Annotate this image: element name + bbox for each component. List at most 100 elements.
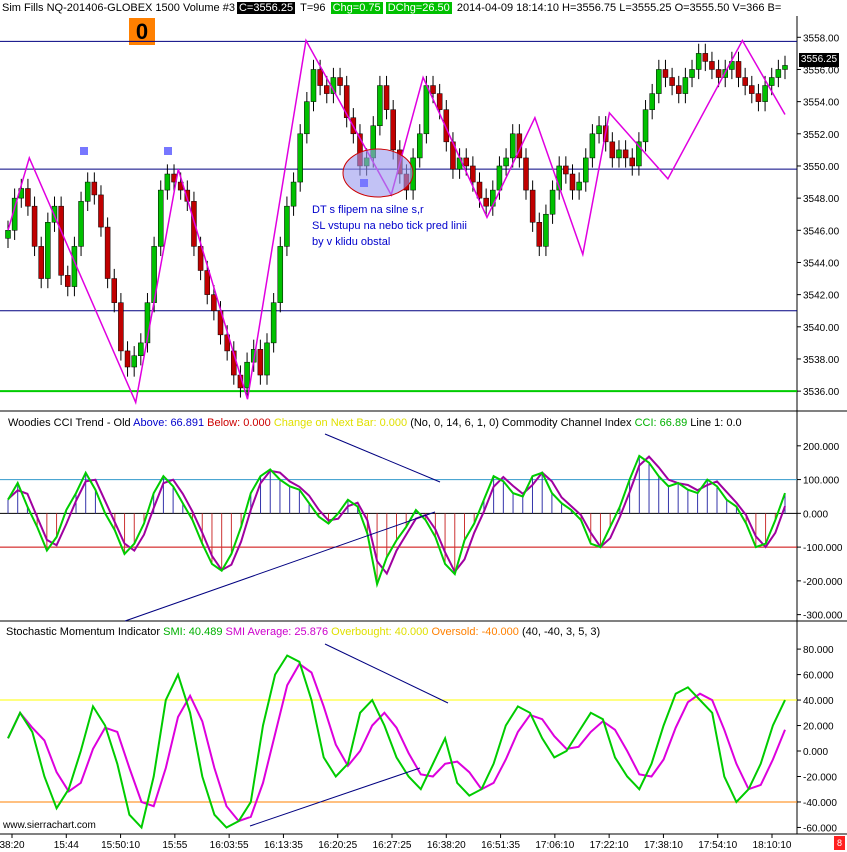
candle-body bbox=[91, 181, 98, 196]
smi-tick-label: 0.000 bbox=[803, 747, 828, 758]
candle-body bbox=[543, 213, 549, 247]
candle-body bbox=[470, 165, 476, 183]
candle-body bbox=[390, 109, 396, 151]
candle-body bbox=[563, 165, 569, 175]
candle-body bbox=[290, 181, 297, 207]
cci-tick-label: -300.000 bbox=[803, 611, 843, 622]
candle-body bbox=[383, 85, 390, 110]
candle-body bbox=[430, 85, 436, 94]
smi-tick-label: -20.000 bbox=[803, 772, 837, 783]
cci-divergence-line bbox=[324, 433, 441, 483]
candle-body bbox=[735, 61, 742, 78]
candle-body bbox=[629, 157, 636, 167]
candle-body bbox=[310, 69, 317, 102]
price-tick-label: 3536.00 bbox=[803, 387, 840, 398]
candle-body bbox=[609, 141, 616, 159]
candle-body bbox=[211, 294, 217, 311]
candle-body bbox=[111, 278, 118, 303]
candle-body bbox=[257, 349, 264, 376]
cci-indicator-name: Commodity Channel Index bbox=[501, 417, 632, 429]
trade-ellipse bbox=[342, 148, 414, 198]
candle-body bbox=[483, 197, 489, 207]
candle-body bbox=[742, 77, 748, 86]
price-tick-label: 3558.00 bbox=[803, 33, 840, 44]
candle-body bbox=[503, 157, 509, 167]
candle-body bbox=[284, 205, 290, 247]
candle-body bbox=[297, 133, 303, 183]
smi-tick-label: 60.000 bbox=[803, 671, 834, 682]
candle-body bbox=[45, 222, 51, 279]
smi-oversold: Oversold: -40.000 bbox=[431, 626, 519, 638]
candle-body bbox=[31, 205, 38, 247]
watermark: www.sierrachart.com bbox=[3, 820, 96, 831]
candle-body bbox=[270, 302, 277, 344]
cci-value: CCI: 66.89 bbox=[634, 417, 688, 429]
candle-body bbox=[583, 157, 589, 183]
candle-body bbox=[204, 270, 210, 295]
candle-body bbox=[549, 189, 556, 215]
time-tick-label: 16:38:20 bbox=[427, 840, 466, 851]
candle-body bbox=[138, 342, 144, 356]
candle-body bbox=[702, 53, 709, 62]
cci-tick-label: 100.000 bbox=[803, 476, 840, 487]
candle-body bbox=[768, 77, 775, 86]
candle-body bbox=[131, 355, 137, 368]
candle-body bbox=[669, 77, 675, 86]
candle-body bbox=[65, 275, 71, 287]
candle-body bbox=[84, 181, 91, 202]
time-tick-label: 16:20:25 bbox=[318, 840, 357, 851]
candle-body bbox=[775, 69, 782, 78]
candle-body bbox=[529, 189, 536, 223]
cci-tick-label: 0.000 bbox=[803, 509, 828, 520]
time-tick-label: 15:44 bbox=[54, 840, 79, 851]
candle-body bbox=[656, 69, 662, 94]
candle-body bbox=[649, 93, 655, 110]
candle-body bbox=[576, 181, 582, 191]
candle-body bbox=[124, 350, 131, 368]
candle-body bbox=[244, 361, 250, 389]
cci-study-name: Woodies CCI Trend - Old bbox=[8, 417, 131, 429]
cci-tick-label: -200.000 bbox=[803, 577, 843, 588]
fill-marker bbox=[164, 147, 172, 155]
candle-body bbox=[436, 93, 443, 110]
time-tick-label: 15:50:10 bbox=[101, 840, 140, 851]
candle-body bbox=[675, 85, 682, 94]
time-tick-label: 18:10:10 bbox=[753, 840, 792, 851]
candle-body bbox=[25, 188, 31, 207]
candle-body bbox=[324, 85, 330, 94]
candle-body bbox=[38, 246, 44, 279]
candle-body bbox=[642, 109, 649, 143]
candle-body bbox=[616, 149, 622, 159]
price-tick-label: 3552.00 bbox=[803, 130, 840, 141]
time-tick-label: 17:22:10 bbox=[590, 840, 629, 851]
candle-body bbox=[715, 69, 722, 78]
candle-body bbox=[782, 65, 788, 70]
candle-body bbox=[689, 69, 695, 78]
candle-body bbox=[317, 69, 323, 86]
time-tick-label: 38:20 bbox=[0, 840, 25, 851]
zigzag-line bbox=[7, 38, 786, 405]
candle-body bbox=[596, 125, 602, 135]
time-tick-label: 16:27:25 bbox=[373, 840, 412, 851]
time-tick-label: 16:03:55 bbox=[210, 840, 249, 851]
cci-change: Change on Next Bar: 0.000 bbox=[273, 417, 408, 429]
candle-body bbox=[5, 230, 11, 239]
price-tick-label: 3554.00 bbox=[803, 98, 840, 109]
smi-tick-label: 20.000 bbox=[803, 722, 834, 733]
smi-study-name: Stochastic Momentum Indicator bbox=[6, 626, 161, 638]
candle-body bbox=[78, 201, 84, 247]
candle-body bbox=[762, 85, 768, 102]
cci-tick-label: 200.000 bbox=[803, 442, 840, 453]
candle-body bbox=[191, 201, 197, 247]
candle-body bbox=[536, 222, 543, 247]
candle-body bbox=[264, 342, 270, 376]
smi-tick-label: -60.000 bbox=[803, 823, 837, 834]
candle-body bbox=[98, 194, 104, 228]
current-price-label: 3556.25 bbox=[799, 53, 839, 67]
candle-body bbox=[118, 302, 124, 352]
candle-body bbox=[164, 173, 171, 191]
price-tick-label: 3556.00 bbox=[803, 65, 840, 76]
cci-params: (No, 0, 14, 6, 1, 0) bbox=[410, 417, 499, 429]
cci-above: Above: 66.891 bbox=[133, 417, 205, 429]
candle-body bbox=[337, 77, 343, 86]
